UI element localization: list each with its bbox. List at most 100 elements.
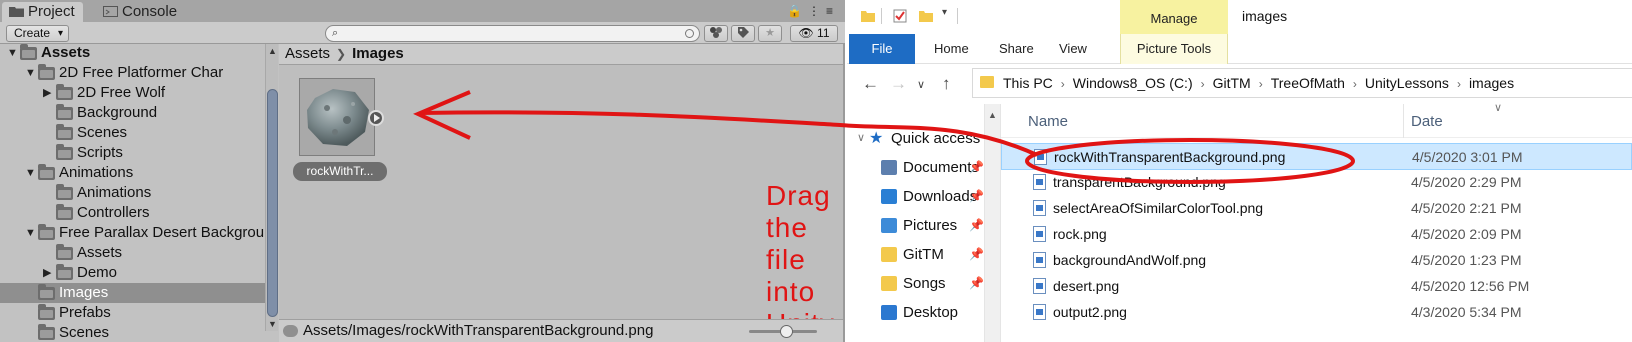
tree-item[interactable]: ▼ 2D Free Platformer Char [0,63,265,83]
folder-icon [56,124,73,140]
address-crumb[interactable]: images [1469,75,1514,91]
collapsed-arrow-icon[interactable]: ▶ [43,83,55,103]
file-row[interactable]: rockWithTransparentBackground.png 4/5/202… [1001,143,1632,170]
asset-label[interactable]: rockWithTr... [293,162,387,181]
recent-locations-chevron-icon[interactable]: ∨ [917,78,925,91]
tree-item[interactable]: ▼ Free Parallax Desert Backgrou [0,223,265,243]
tab-picture-tools[interactable]: Picture Tools [1120,34,1228,64]
tab-home[interactable]: Home [934,34,969,64]
tree-item[interactable]: Scripts [0,143,265,163]
search-input[interactable]: ⌕ [325,25,700,42]
png-file-icon [1033,226,1046,242]
file-list: ∨ Name Date rockWithTransparentBackgroun… [1001,102,1632,342]
pin-icon[interactable]: 📌 [969,211,984,240]
file-row[interactable]: backgroundAndWolf.png 4/5/2020 1:23 PM [1001,247,1632,274]
back-arrow-icon[interactable]: ← [862,74,879,94]
expanded-arrow-icon[interactable]: ▼ [25,163,37,183]
nav-item[interactable]: Downloads 📌 [881,182,984,211]
breadcrumb-assets[interactable]: Assets [285,45,330,62]
file-row[interactable]: selectAreaOfSimilarColorTool.png 4/5/2020… [1001,195,1632,222]
column-divider[interactable] [1403,104,1404,138]
pin-icon[interactable]: 📌 [969,182,984,211]
clear-search-icon[interactable] [685,29,694,38]
address-crumb[interactable]: GitTM [1213,75,1251,91]
address-crumb[interactable]: This PC [1003,75,1053,91]
pin-icon[interactable]: 📌 [969,269,984,298]
tree-item[interactable]: ▼ Assets [0,44,265,63]
tree-item[interactable]: Assets [0,243,265,263]
nav-item[interactable]: GitTM 📌 [881,240,984,269]
tree-item[interactable]: ▶ Demo [0,263,265,283]
nav-item[interactable]: Songs 📌 [881,269,984,298]
expand-chevron-icon[interactable]: ∨ [857,124,865,153]
tree-item-label: 2D Free Wolf [77,84,166,101]
tree-scrollbar-thumb[interactable] [267,89,278,317]
favorite-button[interactable]: ★ [758,25,782,42]
address-crumb[interactable]: UnityLessons [1365,75,1449,91]
navigation-pane-scrollbar[interactable]: ▲ [984,104,1001,342]
ribbon-context-tab-manage[interactable]: Manage [1120,0,1228,34]
address-crumb[interactable]: TreeOfMath [1271,75,1345,91]
tree-item[interactable]: Images [0,283,265,303]
address-crumb[interactable]: Windows8_OS (C:) [1073,75,1193,91]
address-separator-icon[interactable]: › [1061,77,1065,91]
tree-scrollbar[interactable]: ▲ ▼ [265,44,278,331]
nav-item[interactable]: Desktop [881,298,984,327]
up-arrow-icon[interactable]: ↑ [942,74,951,94]
new-folder-icon[interactable] [919,9,933,23]
thumbnail-size-slider[interactable] [749,325,817,338]
file-row[interactable]: rock.png 4/5/2020 2:09 PM [1001,221,1632,248]
tab-console[interactable]: Console [96,2,185,22]
file-row[interactable]: transparentBackground.png 4/5/2020 2:29 P… [1001,169,1632,196]
address-bar-row: ← → ∨ ↑ This PC › Windows8_OS (C:) › GitTM › T… [847,64,1632,104]
nav-item[interactable]: Pictures 📌 [881,211,984,240]
search-by-type-button[interactable] [704,25,728,42]
tab-share[interactable]: Share [999,34,1034,64]
tree-item[interactable]: Animations [0,183,265,203]
properties-icon[interactable] [893,9,907,23]
breadcrumb-images[interactable]: Images [352,45,404,62]
expand-sprite-play-icon[interactable] [368,110,384,126]
tree-item[interactable]: Prefabs [0,303,265,323]
rock-thumbnail-image[interactable] [303,84,373,150]
tree-item[interactable]: Scenes [0,123,265,143]
pin-icon[interactable]: 📌 [969,240,984,269]
tree-item[interactable]: Background [0,103,265,123]
tab-file[interactable]: File [849,34,915,64]
pin-icon[interactable]: 📌 [969,153,984,182]
file-row[interactable]: output2.png 4/3/2020 5:34 PM [1001,299,1632,326]
expanded-arrow-icon[interactable]: ▼ [25,223,37,243]
tree-item[interactable]: Scenes [0,323,265,342]
tab-view[interactable]: View [1059,34,1087,64]
scroll-down-icon[interactable]: ▼ [268,319,277,329]
address-separator-icon[interactable]: › [1457,77,1461,91]
address-bar[interactable]: This PC › Windows8_OS (C:) › GitTM › TreeOfMat… [972,68,1632,98]
file-date: 4/5/2020 3:01 PM [1412,149,1523,165]
tree-item[interactable]: ▼ Animations [0,163,265,183]
file-name: selectAreaOfSimilarColorTool.png [1053,200,1264,216]
window-menu-icons[interactable]: 🔒⋮≡ [787,4,839,18]
address-separator-icon[interactable]: › [1201,77,1205,91]
scroll-up-icon[interactable]: ▲ [268,46,277,56]
collapsed-arrow-icon[interactable]: ▶ [43,263,55,283]
thumbnail-size-slider-knob[interactable] [780,325,793,338]
file-row[interactable]: desert.png 4/5/2020 12:56 PM [1001,273,1632,300]
hidden-packages-toggle[interactable]: 👁 11 [790,25,838,42]
tree-item[interactable]: Controllers [0,203,265,223]
search-by-label-button[interactable] [731,25,755,42]
create-button[interactable]: Create [6,25,70,42]
nav-item[interactable]: Documents 📌 [881,153,984,182]
customize-qat-icon[interactable]: ▾ [942,7,947,18]
nav-item[interactable]: ∨ ★ Quick access [857,124,984,153]
address-separator-icon[interactable]: › [1259,77,1263,91]
annotation-text: Drag the file into Unity [766,180,834,339]
address-separator-icon[interactable]: › [1353,77,1357,91]
tab-project[interactable]: Project [2,2,83,22]
column-date[interactable]: Date [1411,113,1443,130]
column-name[interactable]: Name [1028,113,1068,130]
forward-arrow-icon[interactable]: → [890,74,907,94]
expanded-arrow-icon[interactable]: ▼ [7,44,19,63]
scroll-up-icon[interactable]: ▲ [988,110,997,120]
tree-item[interactable]: ▶ 2D Free Wolf [0,83,265,103]
expanded-arrow-icon[interactable]: ▼ [25,63,37,83]
